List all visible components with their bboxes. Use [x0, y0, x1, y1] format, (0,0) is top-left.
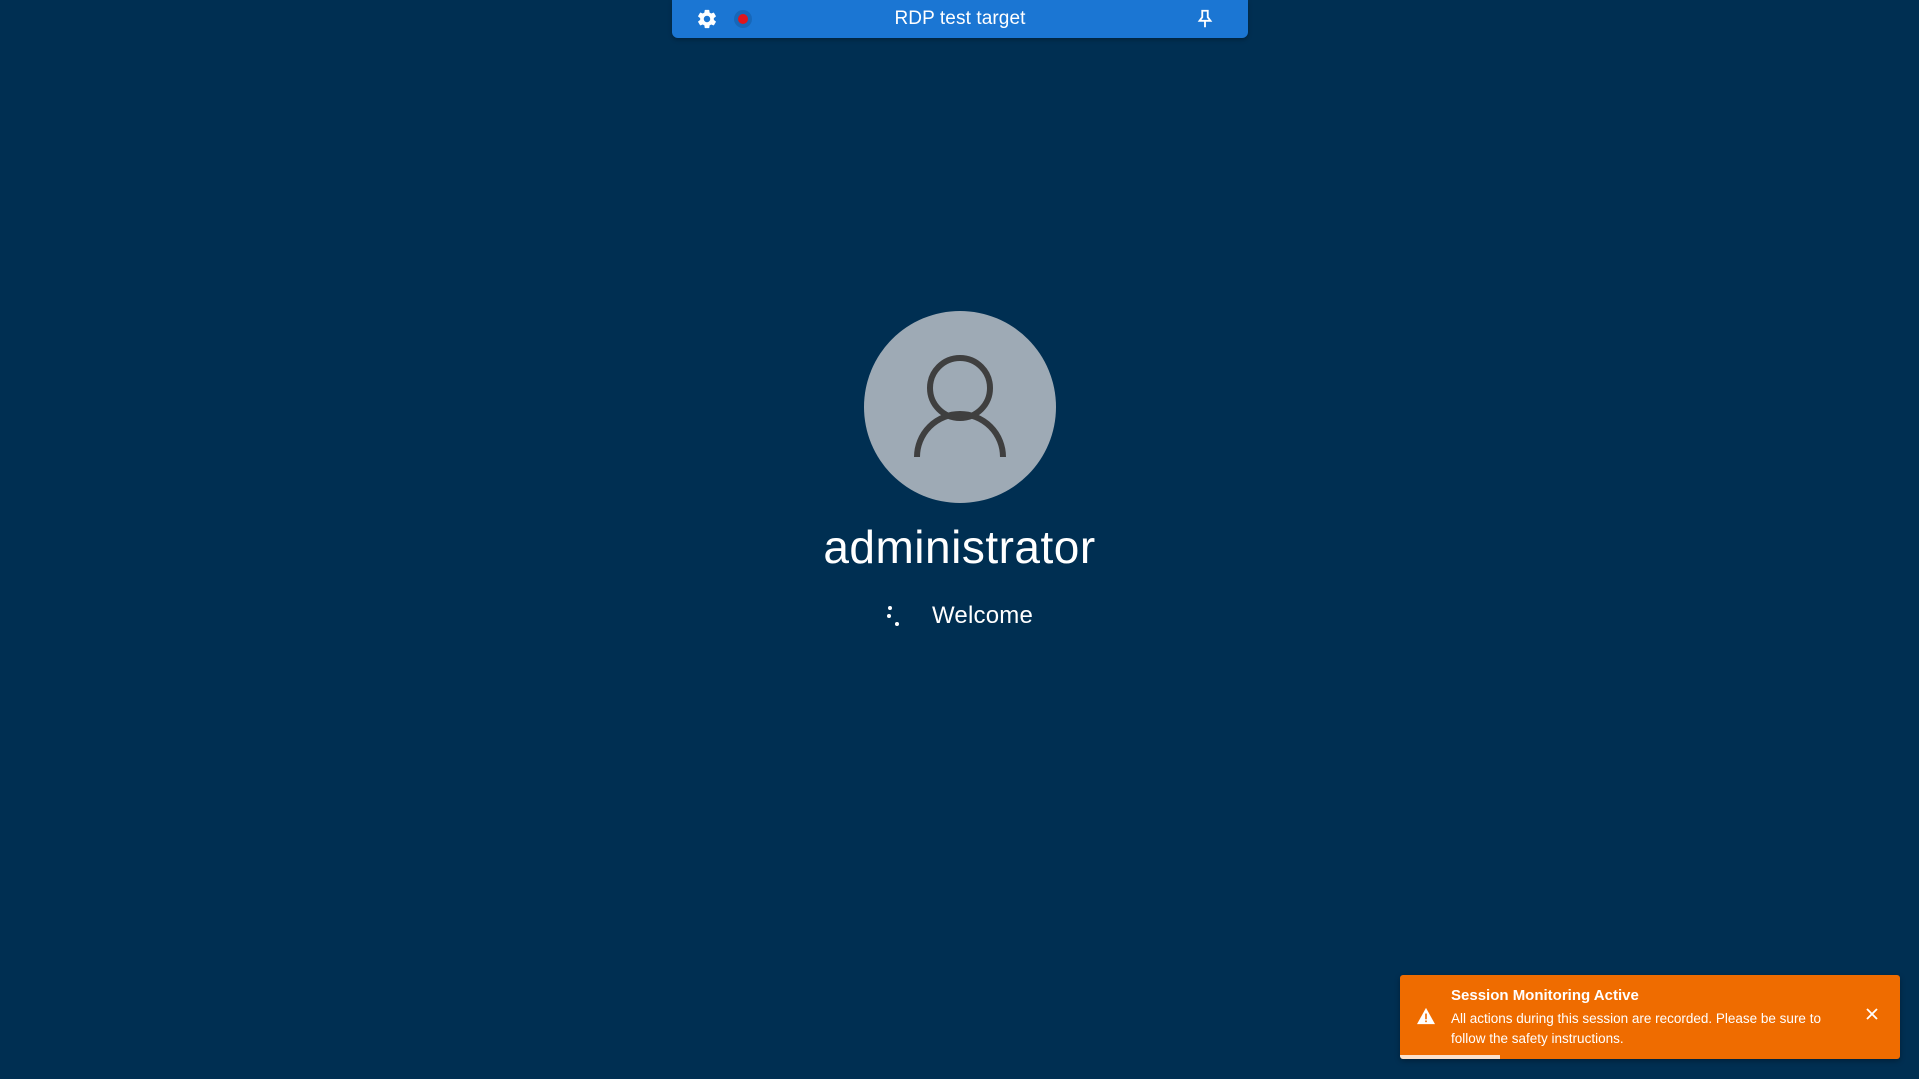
- loading-spinner-icon: [886, 602, 904, 630]
- close-icon[interactable]: [1864, 1006, 1880, 1022]
- welcome-text: Welcome: [932, 602, 1033, 629]
- user-icon: [914, 355, 1006, 458]
- pin-icon[interactable]: [1194, 8, 1216, 30]
- username-label: administrator: [823, 521, 1096, 573]
- login-status: Welcome: [0, 599, 1919, 633]
- toast-title: Session Monitoring Active: [1451, 987, 1639, 1004]
- remote-desktop-screen: RDP test target administrator Welcome Se…: [0, 0, 1919, 1079]
- toast-message: All actions during this session are reco…: [1451, 1011, 1821, 1046]
- warning-icon: [1416, 1007, 1436, 1025]
- user-avatar: [864, 311, 1056, 503]
- connection-bar: RDP test target: [672, 0, 1248, 38]
- toast-progress-fill: [1400, 1055, 1500, 1059]
- toast-progress-bar: [1400, 1055, 1900, 1059]
- connection-title: RDP test target: [894, 8, 1026, 29]
- session-monitoring-toast: Session Monitoring Active All actions du…: [1400, 975, 1900, 1059]
